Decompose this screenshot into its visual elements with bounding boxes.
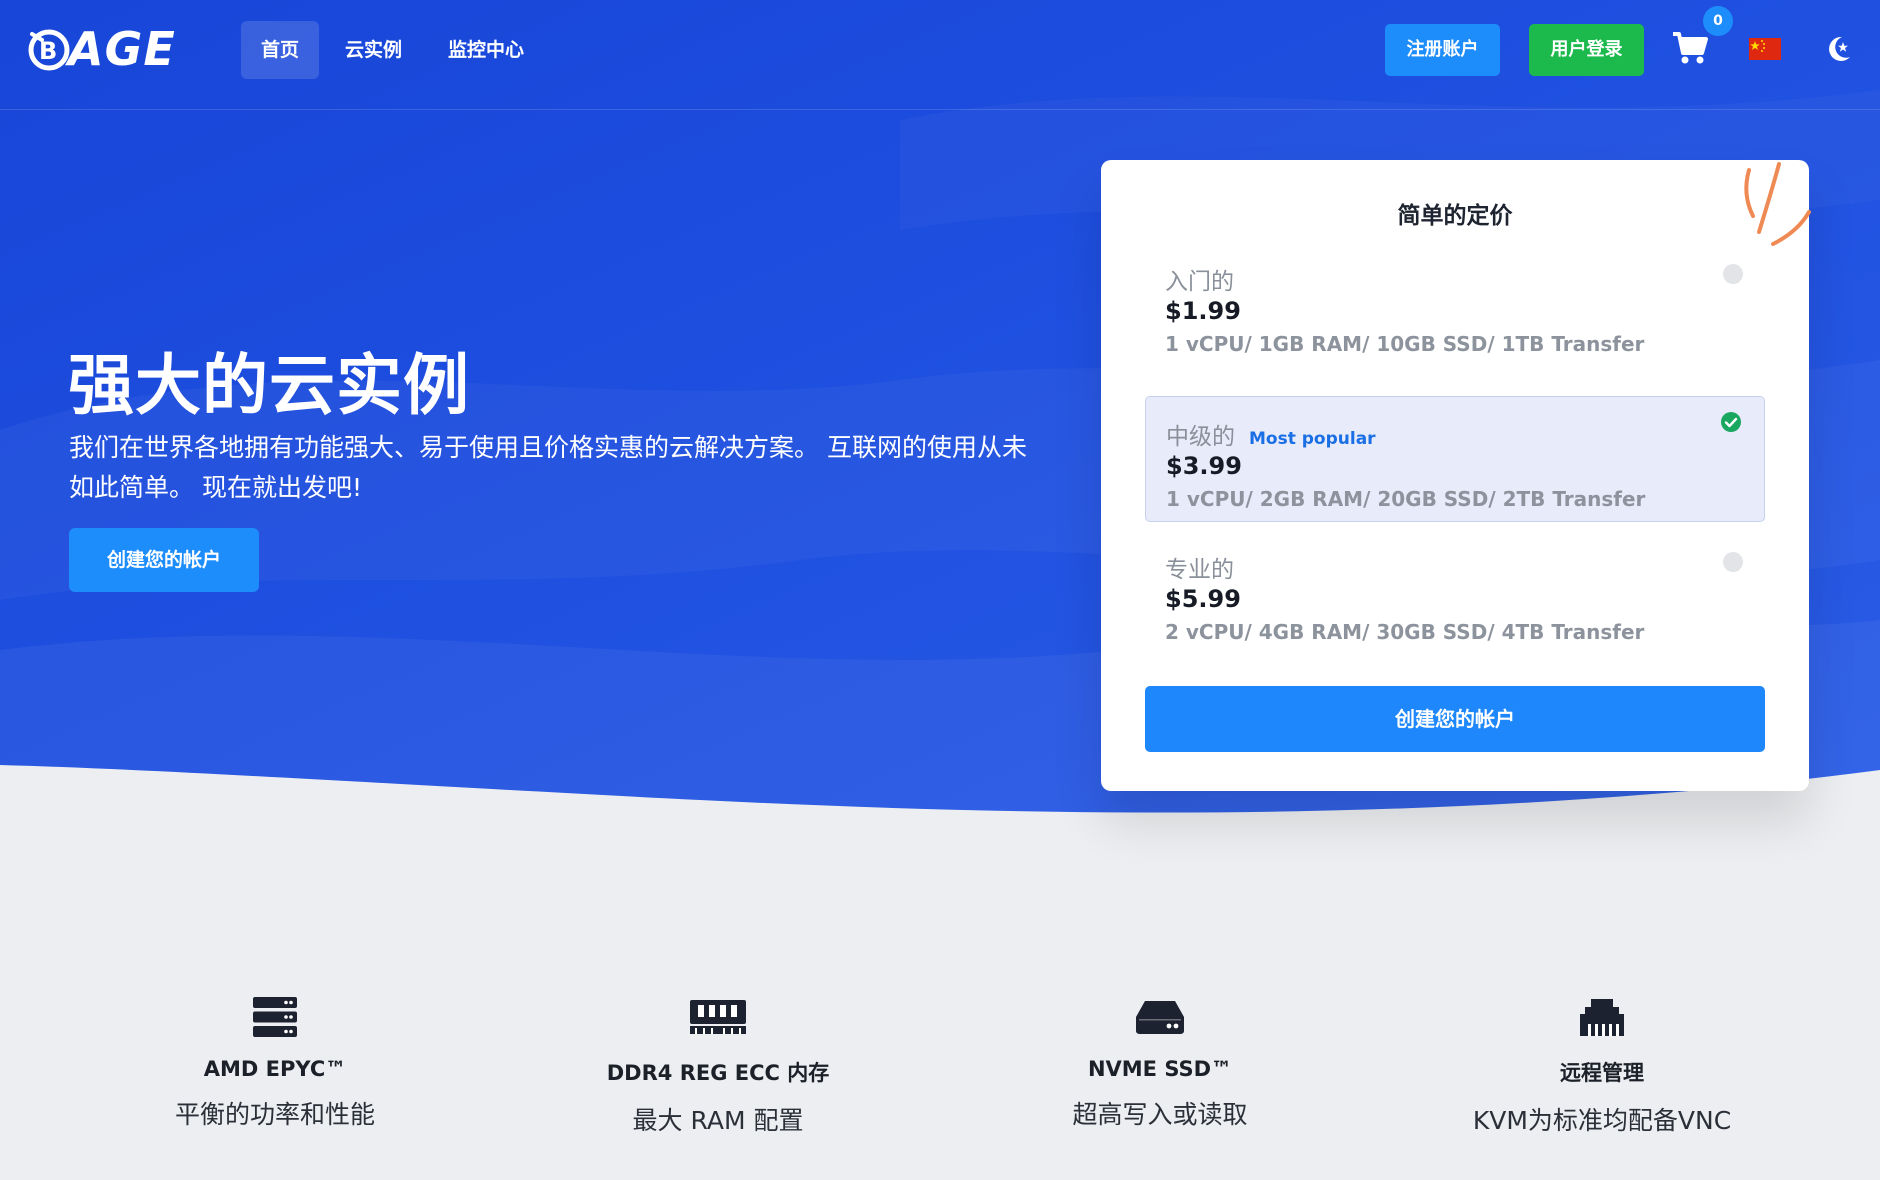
feature-amd-epyc: AMD EPYC™ 平衡的功率和性能: [75, 995, 475, 1131]
cart-count-badge: 0: [1703, 6, 1733, 36]
server-icon: [253, 997, 297, 1037]
pricing-create-account-button[interactable]: 创建您的帐户: [1145, 686, 1765, 752]
plan-name: 专业的: [1165, 557, 1234, 583]
feature-title: 远程管理: [1560, 1061, 1644, 1085]
logo-b-icon: B: [28, 29, 70, 71]
plan-name: 入门的: [1165, 269, 1234, 295]
logo-text: AGE: [68, 22, 176, 76]
nav-item-cloud-instances[interactable]: 云实例: [325, 21, 422, 79]
feature-remote-management: 远程管理 KVM为标准均配备VNC: [1402, 995, 1802, 1137]
feature-ddr4-memory: DDR4 REG ECC 内存 最大 RAM 配置: [518, 995, 918, 1137]
check-circle-icon[interactable]: [1720, 411, 1742, 433]
register-button[interactable]: 注册账户: [1385, 24, 1500, 76]
feature-subtitle: 最大 RAM 配置: [632, 1106, 804, 1135]
nav-item-home[interactable]: 首页: [241, 21, 320, 79]
top-navbar: B AGE 首页 云实例 监控中心 注册账户 用户登录 0: [0, 0, 1880, 110]
feature-title: NVME SSD™: [1087, 1057, 1233, 1081]
ethernet-icon: [1580, 999, 1624, 1036]
brand-logo[interactable]: B AGE: [26, 26, 176, 72]
moon-star-icon[interactable]: [1822, 33, 1854, 65]
plan-option-pro[interactable]: 专业的 $5.99 2 vCPU/ 4GB RAM/ 30GB SSD/ 4TB…: [1145, 530, 1765, 656]
feature-nvme-ssd: NVME SSD™ 超高写入或读取: [960, 995, 1360, 1131]
hdd-icon: [1136, 1001, 1184, 1034]
feature-subtitle: 超高写入或读取: [1072, 1100, 1248, 1129]
plan-price: $5.99: [1165, 585, 1241, 613]
plan-name: 中级的 Most popular: [1166, 424, 1376, 450]
pricing-title: 简单的定价: [1397, 203, 1513, 229]
login-button[interactable]: 用户登录: [1529, 24, 1644, 76]
radio-unchecked-icon[interactable]: [1723, 264, 1743, 284]
feature-subtitle: 平衡的功率和性能: [174, 1100, 375, 1129]
plan-price: $3.99: [1166, 452, 1242, 480]
hero-create-account-button[interactable]: 创建您的帐户: [69, 528, 259, 592]
memory-icon: [690, 1000, 746, 1034]
plan-specs: 1 vCPU/ 2GB RAM/ 20GB SSD/ 2TB Transfer: [1166, 487, 1646, 511]
plan-specs: 2 vCPU/ 4GB RAM/ 30GB SSD/ 4TB Transfer: [1165, 620, 1645, 644]
hero-title: 强大的云实例: [68, 347, 470, 424]
radio-unchecked-icon[interactable]: [1723, 552, 1743, 572]
flag-cn-icon[interactable]: [1749, 38, 1781, 60]
feature-subtitle: KVM为标准均配备VNC: [1472, 1106, 1732, 1135]
shopping-cart-icon[interactable]: [1672, 31, 1708, 65]
most-popular-tag: Most popular: [1249, 429, 1376, 449]
plan-option-starter[interactable]: 入门的 $1.99 1 vCPU/ 1GB RAM/ 10GB SSD/ 1TB…: [1145, 242, 1765, 368]
nav-item-monitoring[interactable]: 监控中心: [428, 21, 544, 79]
main-nav: 首页 云实例 监控中心: [241, 21, 544, 79]
pricing-card: 简单的定价 入门的 $1.99 1 vCPU/ 1GB RAM/ 10GB SS…: [1101, 160, 1811, 791]
plan-option-intermediate[interactable]: 中级的 Most popular $3.99 1 vCPU/ 2GB RAM/ 2…: [1145, 396, 1765, 522]
plan-specs: 1 vCPU/ 1GB RAM/ 10GB SSD/ 1TB Transfer: [1165, 332, 1645, 356]
plan-price: $1.99: [1165, 297, 1241, 325]
feature-title: AMD EPYC™: [203, 1057, 347, 1081]
feature-title: DDR4 REG ECC 内存: [606, 1061, 830, 1085]
hero-description: 我们在世界各地拥有功能强大、易于使用且价格实惠的云解决方案。 互联网的使用从未如…: [69, 433, 1027, 502]
